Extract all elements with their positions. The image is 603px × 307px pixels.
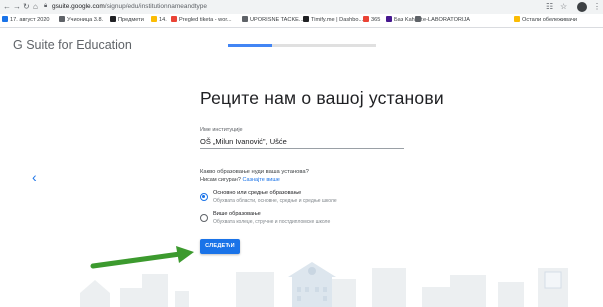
option-higher-education-subtitle: Обухвата колеџе, стручне и постдипломске…: [213, 219, 331, 225]
institution-name-input[interactable]: OŠ „Milun Ivanović", Ušće: [200, 137, 287, 146]
option-primary-secondary-subtitle: Обухвата области, основне, средње и сред…: [213, 198, 337, 204]
radio-primary-secondary[interactable]: [200, 193, 208, 201]
skyline-illustration: [80, 246, 568, 307]
option-higher-education-title: Више образовање: [213, 211, 261, 217]
not-sure-text: Нисам сигуран? Сазнајте више: [200, 177, 280, 183]
institution-name-label: Име институције: [200, 127, 243, 133]
next-button[interactable]: СЛЕДЕЋИ: [200, 239, 240, 254]
green-arrow: [90, 246, 194, 269]
page-title: Реците нам о вашој установи: [200, 88, 444, 108]
back-arrow-icon[interactable]: ‹: [32, 170, 37, 184]
education-type-question: Какво образовање нуди ваша установа?: [200, 169, 309, 175]
not-sure-label: Нисам сигуран?: [200, 177, 241, 183]
option-primary-secondary-title: Основно или средње образовање: [213, 190, 302, 196]
radio-higher-education[interactable]: [200, 214, 208, 222]
learn-more-link[interactable]: Сазнајте више: [242, 177, 279, 183]
institution-name-underline: [200, 148, 404, 149]
